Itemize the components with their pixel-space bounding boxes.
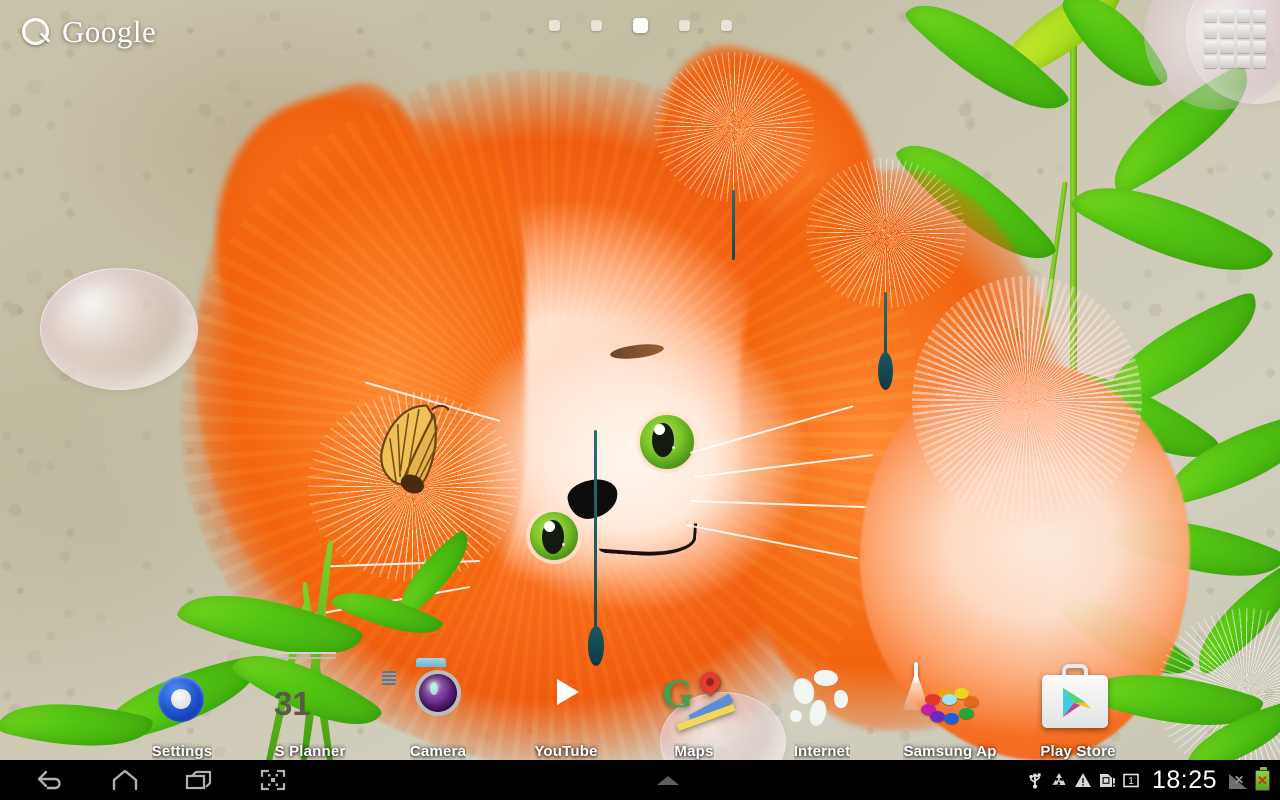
app-internet[interactable]: Internet (758, 664, 886, 760)
navigation-bar: 1 18:25 ✕ ✕ (0, 760, 1280, 800)
dandelion-puff (654, 52, 814, 202)
app-samsung-apps[interactable]: Samsung Ap (886, 662, 1014, 760)
butterfly (359, 390, 469, 506)
sd-card-icon: 1 (1122, 771, 1140, 789)
app-label: Internet (793, 743, 851, 760)
back-arrow-icon[interactable] (14, 760, 88, 800)
page-indicator (0, 18, 1280, 33)
settings-gear-icon (146, 664, 218, 736)
app-dock: Settings 31 S Planner Camera (0, 644, 1280, 760)
sim-card-icon (1098, 771, 1116, 789)
page-dot-1[interactable] (548, 20, 560, 31)
app-label: Camera (409, 743, 467, 760)
app-label: S Planner (274, 743, 346, 760)
app-label: Samsung Ap (903, 743, 997, 760)
sync-icon (1050, 771, 1068, 789)
status-clock: 18:25 (1151, 765, 1217, 794)
fox-eye-right (640, 415, 694, 469)
page-dot-4[interactable] (678, 20, 690, 31)
dandelion-puff (806, 158, 966, 308)
calendar-icon: 31 (274, 652, 346, 736)
app-youtube[interactable]: YouTube (502, 664, 630, 760)
fox-eye-left (530, 512, 578, 560)
app-maps[interactable]: G Maps (630, 662, 758, 760)
apps-grid-icon[interactable] (1204, 10, 1266, 68)
svg-text:1: 1 (1128, 776, 1134, 787)
app-s-planner[interactable]: 31 S Planner (246, 652, 374, 760)
signal-no-service-icon: ✕ (1229, 772, 1249, 789)
status-tray: 1 18:25 ✕ ✕ (1026, 766, 1280, 795)
home-icon[interactable] (88, 760, 162, 800)
globe-icon (786, 664, 858, 736)
app-label: Settings (151, 743, 213, 760)
maps-icon: G (658, 662, 736, 736)
soap-bubble (40, 268, 198, 390)
page-dot-5[interactable] (720, 20, 732, 31)
app-settings[interactable]: Settings (118, 664, 246, 760)
app-label: Maps (674, 743, 714, 760)
app-label: YouTube (534, 743, 598, 760)
battery-error-icon: ✕ (1255, 766, 1270, 791)
fluffy-flower (912, 276, 1142, 526)
camera-icon (382, 664, 474, 736)
play-store-icon (1042, 664, 1114, 736)
screen-capture-icon[interactable] (236, 760, 310, 800)
page-dot-3-active[interactable] (632, 18, 648, 33)
usb-icon (1026, 771, 1044, 789)
page-dot-2[interactable] (590, 20, 602, 31)
samsung-apps-icon (903, 662, 986, 736)
home-screen: Google Settings 31 (0, 0, 1280, 800)
app-play-store[interactable]: Play Store (1014, 664, 1142, 760)
chevron-up-icon[interactable] (656, 775, 679, 785)
warning-icon (1074, 771, 1092, 789)
app-camera[interactable]: Camera (374, 664, 502, 760)
recent-apps-icon[interactable] (162, 760, 236, 800)
app-label: Play Store (1040, 743, 1116, 760)
youtube-icon (530, 664, 602, 736)
